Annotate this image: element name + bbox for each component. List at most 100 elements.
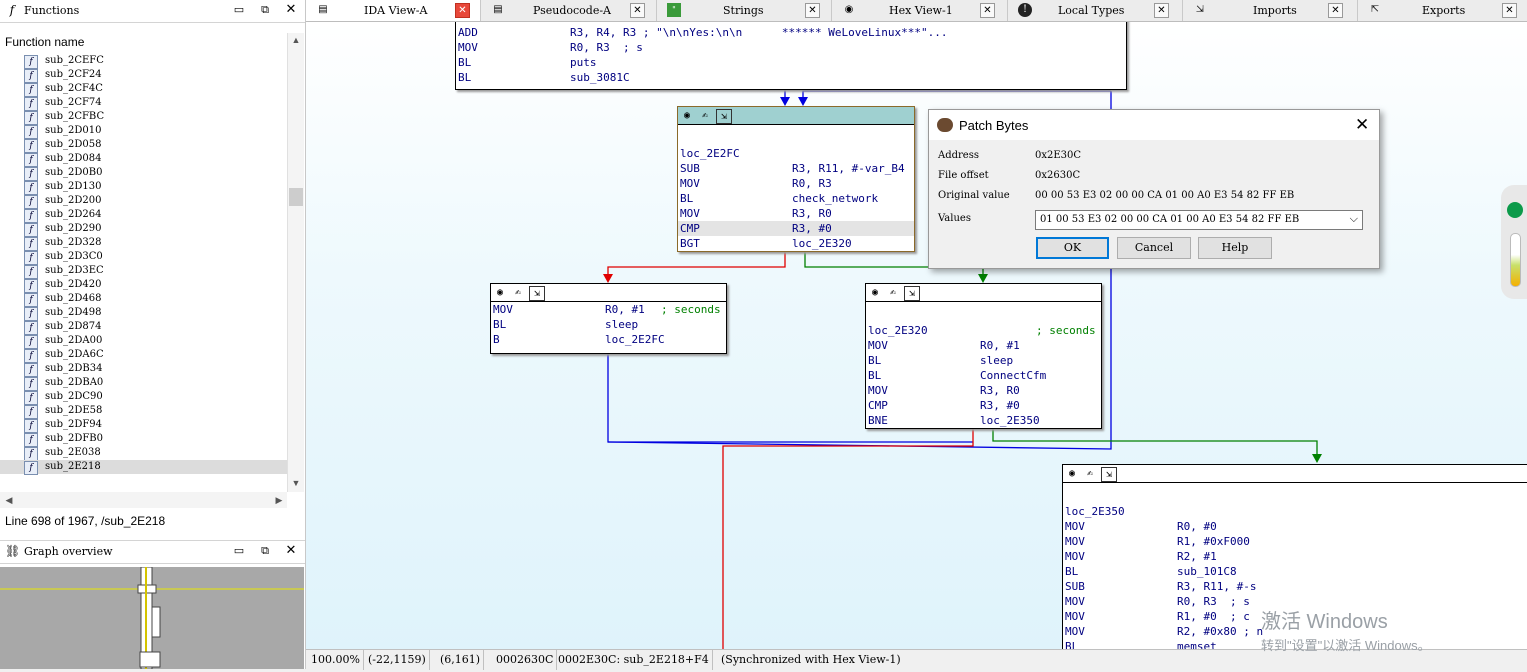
list-item[interactable]: f sub_2E038	[0, 446, 287, 461]
scroll-right-icon[interactable]: ▶	[272, 492, 286, 508]
tab-exports[interactable]: ⇱ Exports ✕	[1358, 0, 1527, 21]
code-line[interactable]: SUB R3, R11, #-var_B4	[678, 161, 914, 176]
list-item[interactable]: f sub_2E218	[0, 460, 287, 475]
code-line[interactable]: MOV R0, #1	[866, 338, 1101, 353]
values-combobox[interactable]: 01 00 53 E3 02 00 00 CA 01 00 A0 E3 54 8…	[1035, 210, 1363, 230]
node-rename-icon[interactable]: ✍	[1083, 467, 1097, 480]
node-color-icon[interactable]: ◉	[1065, 467, 1079, 480]
list-item[interactable]: f sub_2D498	[0, 306, 287, 321]
node-color-icon[interactable]: ◉	[868, 286, 882, 299]
list-item[interactable]: f sub_2DC90	[0, 390, 287, 405]
list-item[interactable]: f sub_2D0B0	[0, 166, 287, 181]
node-rename-icon[interactable]: ✍	[698, 109, 712, 122]
tab-close-icon[interactable]: ✕	[805, 3, 820, 18]
code-line[interactable]: BL sub_3081C	[456, 70, 1126, 85]
float-icon[interactable]: ⧉	[258, 3, 272, 17]
node-group-icon[interactable]: ⇲	[904, 286, 920, 301]
code-line[interactable]: BL puts	[456, 55, 1126, 70]
graph-node-sleep[interactable]: ◉ ✍ ⇲ MOV R0, #1; seconds BL sleep Bloc_2E2F…	[490, 283, 727, 354]
horizontal-scrollbar[interactable]: ◀ ▶	[0, 492, 287, 508]
code-line[interactable]: ADD R3, R4, R3 ; "\n\nYes:\n\n ****** WeL…	[456, 25, 1126, 40]
list-item[interactable]: f sub_2CF74	[0, 96, 287, 111]
scroll-down-icon[interactable]: ▼	[288, 476, 304, 490]
code-line[interactable]: MOV R3, R0	[678, 206, 914, 221]
tab-close-icon[interactable]: ✕	[455, 3, 470, 18]
help-button[interactable]: Help	[1198, 237, 1272, 259]
list-item[interactable]: f sub_2D3EC	[0, 264, 287, 279]
code-line[interactable]: CMP R3, #0	[678, 221, 914, 236]
float-icon[interactable]: ⧉	[258, 544, 272, 558]
scroll-thumb[interactable]	[289, 188, 303, 206]
list-item[interactable]: f sub_2CF4C	[0, 82, 287, 97]
tab-close-icon[interactable]: ✕	[1154, 3, 1169, 18]
list-item[interactable]: f sub_2DBA0	[0, 376, 287, 391]
list-item[interactable]: f sub_2DF94	[0, 418, 287, 433]
list-item[interactable]: f sub_2DA6C	[0, 348, 287, 363]
floating-widget[interactable]	[1501, 185, 1527, 299]
list-item[interactable]: f sub_2D3C0	[0, 250, 287, 265]
graph-node-top[interactable]: ADD R3, R4, R3 ; "\n\nYes:\n\n ****** WeL…	[455, 22, 1127, 90]
list-item[interactable]: f sub_2DA00	[0, 334, 287, 349]
list-item[interactable]: f sub_2D200	[0, 194, 287, 209]
node-group-icon[interactable]: ⇲	[529, 286, 545, 301]
list-item[interactable]: f sub_2DE58	[0, 404, 287, 419]
values-input[interactable]: 01 00 53 E3 02 00 00 CA 01 00 A0 E3 54 8…	[1040, 214, 1299, 225]
vertical-scrollbar[interactable]: ▲ ▼	[287, 33, 304, 492]
list-item[interactable]: f sub_2DFB0	[0, 432, 287, 447]
close-icon[interactable]: ✕	[284, 544, 298, 558]
code-line[interactable]: MOV R0, R3	[678, 176, 914, 191]
list-item[interactable]: f sub_2DB34	[0, 362, 287, 377]
tab-ida-view-a[interactable]: ▤ IDA View-A ✕	[306, 0, 481, 21]
code-line[interactable]: MOV R1, #0xF000	[1063, 534, 1527, 549]
scroll-up-icon[interactable]: ▲	[288, 33, 304, 47]
list-item[interactable]: f sub_2D264	[0, 208, 287, 223]
code-line[interactable]: MOV R0, #0	[1063, 519, 1527, 534]
list-item[interactable]: f sub_2CF24	[0, 68, 287, 83]
tab-local-types[interactable]: ! Local Types ✕	[1008, 0, 1183, 21]
ok-button[interactable]: OK	[1036, 237, 1109, 259]
minimize-icon[interactable]: ▭	[232, 3, 246, 17]
cancel-button[interactable]: Cancel	[1117, 237, 1191, 259]
code-line[interactable]: BL sleep	[491, 317, 726, 332]
code-line[interactable]: MOV R0, #1 ; seconds	[491, 302, 726, 317]
tab-close-icon[interactable]: ✕	[1502, 3, 1517, 18]
list-item[interactable]: f sub_2D420	[0, 278, 287, 293]
function-name-column-header[interactable]: Function name	[0, 33, 287, 51]
function-list[interactable]: f sub_2CEFC f sub_2CF24 f sub_2CF4C f sub_2CF74…	[0, 54, 287, 490]
list-item[interactable]: f sub_2D874	[0, 320, 287, 335]
code-line[interactable]: BGT loc_2E320	[678, 236, 914, 251]
list-item[interactable]: f sub_2D084	[0, 152, 287, 167]
graph-node-loc-2e2fc[interactable]: ◉ ✍ ⇲ loc_2E2FC SUB R3, R11, #-var_B4 MOV R…	[677, 106, 915, 252]
node-group-icon[interactable]: ⇲	[1101, 467, 1117, 482]
tab-close-icon[interactable]: ✕	[630, 3, 645, 18]
code-line[interactable]: MOV R2, #1	[1063, 549, 1527, 564]
minimize-icon[interactable]: ▭	[232, 544, 246, 558]
code-line[interactable]: SUB R3, R11, #-s	[1063, 579, 1527, 594]
tab-imports[interactable]: ⇲ Imports ✕	[1183, 0, 1358, 21]
node-group-icon[interactable]: ⇲	[716, 109, 732, 124]
close-icon[interactable]: ✕	[284, 3, 298, 17]
tab-close-icon[interactable]: ✕	[1328, 3, 1343, 18]
node-rename-icon[interactable]: ✍	[886, 286, 900, 299]
list-item[interactable]: f sub_2D010	[0, 124, 287, 139]
list-item[interactable]: f sub_2D328	[0, 236, 287, 251]
list-item[interactable]: f sub_2D468	[0, 292, 287, 307]
tab-pseudocode-a[interactable]: ▤ Pseudocode-A ✕	[481, 0, 657, 21]
code-line[interactable]: BL sleep	[866, 353, 1101, 368]
list-item[interactable]: f sub_2CFBC	[0, 110, 287, 125]
code-line[interactable]: CMP R3, #0	[866, 398, 1101, 413]
list-item[interactable]: f sub_2D130	[0, 180, 287, 195]
list-item[interactable]: f sub_2D058	[0, 138, 287, 153]
scroll-left-icon[interactable]: ◀	[2, 492, 16, 508]
list-item[interactable]: f sub_2D290	[0, 222, 287, 237]
graph-node-loc-2e320[interactable]: ◉ ✍ ⇲ loc_2E320 ; seconds MOV R0, #1 BL slee…	[865, 283, 1102, 429]
code-line[interactable]: MOV R3, R0	[866, 383, 1101, 398]
graph-overview-canvas[interactable]	[0, 566, 304, 670]
code-line[interactable]: BL sub_101C8	[1063, 564, 1527, 579]
tab-close-icon[interactable]: ✕	[980, 3, 995, 18]
tab-strings[interactable]: " Strings ✕	[657, 0, 832, 21]
code-line[interactable]: Bloc_2E2FC	[491, 332, 726, 347]
list-item[interactable]: f sub_2CEFC	[0, 54, 287, 69]
node-color-icon[interactable]: ◉	[680, 109, 694, 122]
tab-hex-view-1[interactable]: ◉ Hex View-1 ✕	[832, 0, 1008, 21]
